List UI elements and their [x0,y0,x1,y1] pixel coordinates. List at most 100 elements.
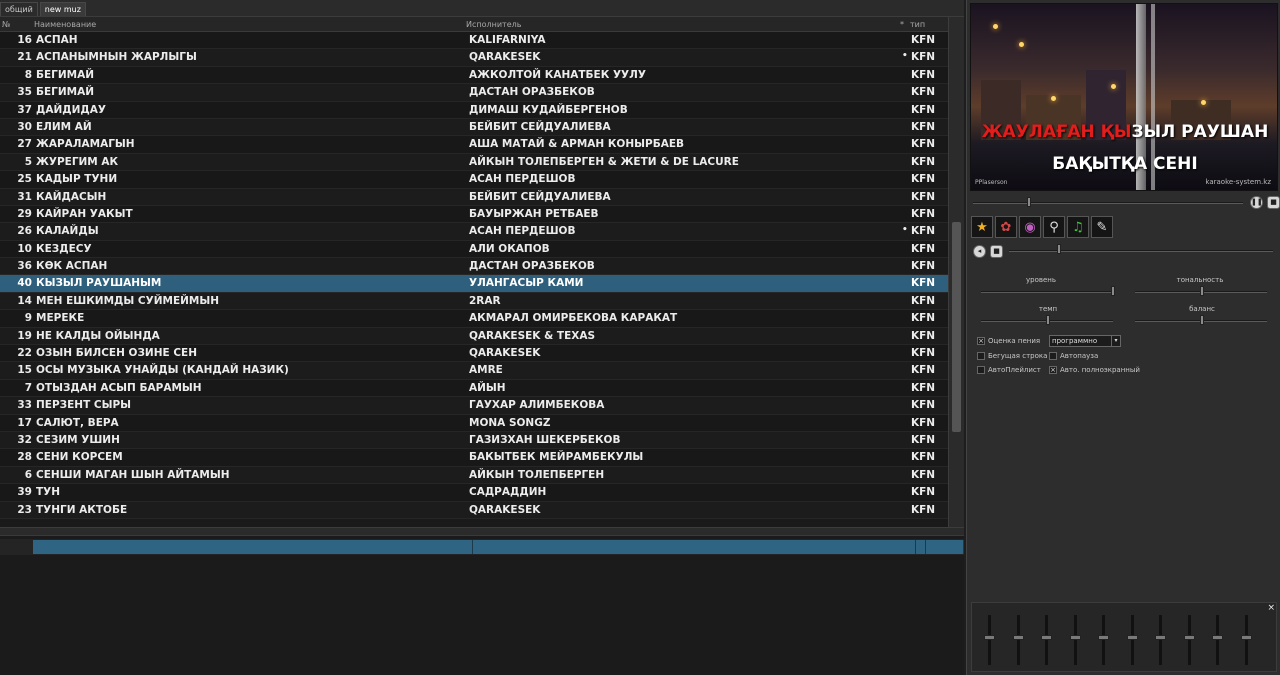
autopause-checkbox[interactable] [1049,352,1057,360]
prev-button[interactable]: ◂ [973,245,986,258]
eq-knob[interactable] [1012,635,1024,641]
table-row[interactable]: 36 КӨК АСПАН ДАСТАН ОРАЗБЕКОВ KFN [0,258,948,276]
vertical-scrollbar[interactable] [948,17,964,527]
pause-button[interactable]: ❚❚ [1250,196,1263,209]
table-row[interactable]: 33 ПЕРЗЕНТ СЫРЫ ГАУХАР АЛИМБЕКОВА KFN [0,397,948,415]
col-type[interactable]: тип [910,20,925,29]
eq-knob[interactable] [1098,635,1109,641]
table-row[interactable]: 23 ТУНГИ АКТОБЕ QARAKESEK KFN [0,501,948,519]
table-row[interactable]: 10 КЕЗДЕСУ АЛИ ОКАПОВ KFN [0,240,948,259]
eq-knob[interactable] [1240,635,1252,641]
table-row[interactable]: 5 ЖУРЕГИМ АК АЙКЫН ТОЛЕПБЕРГЕН & ЖЕТИ & DE… [0,153,948,172]
autofullscreen-checkbox[interactable]: × [1049,366,1057,374]
running-line-checkbox[interactable] [977,352,985,360]
autoplaylist-option[interactable]: АвтоПлейлист [977,366,1041,374]
eq-slider[interactable] [1183,615,1195,665]
table-row[interactable]: 6 СЕНШИ МАГАН ШЫН АЙТАМЫН АЙКЫН ТОЛЕПБЕРГЕ… [0,466,948,485]
record-disc-icon[interactable]: ◉ [1019,216,1041,238]
song-type: KFN [911,277,936,290]
eq-knob[interactable] [1069,635,1081,641]
table-row[interactable]: 8 БЕГИМАЙ АЖКОЛТОЙ КАНАТБЕК УУЛУ KFN [0,66,948,85]
microphone-icon[interactable]: ♫ [1067,216,1089,238]
song-name: БЕГИМАЙ [36,86,95,99]
eq-slider[interactable] [1069,615,1081,665]
level-knob[interactable] [1111,286,1115,296]
search-magnifier-icon[interactable]: ⚲ [1043,216,1065,238]
table-row[interactable]: 31 КАЙДАСЫН БЕЙБИТ СЕЙДУАЛИЕВА KFN [0,188,948,206]
queue-column-3[interactable] [916,540,926,554]
queue-column-2[interactable] [473,540,916,554]
eq-slider[interactable] [1098,615,1109,665]
table-row[interactable]: 30 ЕЛИМ АЙ БЕЙБИТ СЕЙДУАЛИЕВА KFN [0,118,948,137]
col-name[interactable]: Наименование [34,20,96,29]
table-row[interactable]: 15 ОСЫ МУЗЫКА УНАЙДЫ (КАНДАЙ НАЗИК) AMRE KF… [0,362,948,380]
table-row[interactable]: 35 БЕГИМАЙ ДАСТАН ОРАЗБЕКОВ KFN [0,84,948,102]
autoplaylist-checkbox[interactable] [977,366,985,374]
tempo-knob[interactable] [1046,315,1050,325]
song-number: 23 [17,503,32,516]
table-row[interactable]: 29 КАЙРАН УАКЫТ БАУЫРЖАН РЕТБАЕВ KFN [0,205,948,224]
favorite-star-icon[interactable]: ★ [971,216,993,238]
scroll-thumb[interactable] [952,222,961,432]
table-row[interactable]: 16 АСПАН KALIFARNIYA KFN [0,32,948,50]
table-row[interactable]: 26 КАЛАЙДЫ АСАН ПЕРДЕШОВ • KFN [0,223,948,241]
table-row[interactable]: 28 СЕНИ КОРСЕМ БАКЫТБЕК МЕЙРАМБЕКУЛЫ KFN [0,449,948,467]
table-row[interactable]: 7 ОТЫЗДАН АСЫП БАРАМЫН АЙЫН KFN [0,379,948,398]
horizontal-scrollbar[interactable] [0,527,964,535]
table-row[interactable]: 14 МЕН ЕШКИМДЫ СУЙМЕЙМЫН 2RAR KFN [0,292,948,311]
eq-knob[interactable] [1041,635,1052,641]
queue-column-4[interactable] [926,540,964,554]
eq-slider[interactable] [1012,615,1024,665]
rating-mode-select[interactable]: программно ▾ [1049,335,1121,347]
table-row[interactable]: 37 ДАЙДИДАУ ДИМАШ КУДАЙБЕРГЕНОВ KFN [0,101,948,119]
autofullscreen-option[interactable]: × Авто. полноэкранный [1049,366,1140,374]
eq-knob[interactable] [984,635,995,641]
table-row[interactable]: 39 ТУН САДРАДДИН KFN [0,484,948,502]
queue-column-1[interactable] [33,540,473,554]
stop-button[interactable]: ■ [1267,196,1280,209]
table-row[interactable]: 32 СЕЗИМ УШИН ГАЗИЗХАН ШЕКЕРБЕКОВ KFN [0,431,948,450]
table-row[interactable]: 17 САЛЮТ, ВЕРА MONA SONGZ KFN [0,414,948,432]
eq-slider[interactable] [984,615,995,665]
table-row[interactable]: 40 КЫЗЫЛ РАУШАНЫМ УЛАНГАСЫР КАМИ KFN [0,275,948,293]
autopause-option[interactable]: Автопауза [1049,352,1098,360]
eq-knob[interactable] [1183,635,1195,641]
eq-knob[interactable] [1126,635,1138,641]
table-row[interactable]: 21 АСПАНЫМНЫН ЖАРЛЫГЫ QARAKESEK • KFN [0,49,948,67]
eq-slider[interactable] [1041,615,1052,665]
karaoke-video[interactable]: ЖАУЛАҒАН ҚЫЗЫЛ РАУШАН БАҚЫТҚА СЕНІ PPlas… [970,3,1278,191]
running-line-option[interactable]: Бегущая строка [977,352,1047,360]
progress-knob[interactable] [1027,197,1031,207]
col-artist[interactable]: Исполнитель [466,20,521,29]
level-slider[interactable] [981,291,1113,293]
eq-slider[interactable] [1155,615,1166,665]
progress-track[interactable] [973,202,1243,204]
volume-knob[interactable] [1057,244,1061,254]
song-number: 8 [24,68,32,81]
tab-new-muz[interactable]: new muz [39,2,86,16]
tone-knob[interactable] [1200,286,1204,296]
edit-pencil-icon[interactable]: ✎ [1091,216,1113,238]
song-artist: АЛИ ОКАПОВ [469,242,550,255]
close-icon[interactable]: × [1267,603,1275,613]
tab-general[interactable]: общий [0,2,38,16]
balance-knob[interactable] [1200,315,1204,325]
eq-slider[interactable] [1240,615,1252,665]
table-row[interactable]: 22 ОЗЫН БИЛСЕН ОЗИНЕ СЕН QARAKESEK KFN [0,345,948,363]
eq-slider[interactable] [1212,615,1223,665]
eq-knob[interactable] [1212,635,1223,641]
eq-knob[interactable] [1155,635,1166,641]
table-row[interactable]: 9 МЕРЕКЕ АКМАРАЛ ОМИРБЕКОВА КАРАКАТ KFN [0,310,948,328]
settings-gear-icon[interactable]: ✿ [995,216,1017,238]
col-number[interactable]: № [2,20,10,29]
playback-progress[interactable]: ❚❚ ■ [973,196,1280,210]
table-row[interactable]: 27 ЖАРАЛАМАГЫН АША МАТАЙ & АРМАН КОНЫРБАЕВ… [0,136,948,154]
table-row[interactable]: 19 НЕ КАЛДЫ ОЙЫНДА QARAKESEK & TEXAS KFN [0,327,948,346]
singing-rating-option[interactable]: × Оценка пения [977,337,1040,345]
next-button[interactable]: ■ [990,245,1003,258]
volume-track[interactable] [1009,250,1273,252]
singing-rating-checkbox[interactable]: × [977,337,985,345]
table-row[interactable]: 25 КАДЫР ТУНИ АСАН ПЕРДЕШОВ KFN [0,171,948,189]
eq-slider[interactable] [1126,615,1138,665]
col-favorite[interactable]: * [900,20,904,29]
